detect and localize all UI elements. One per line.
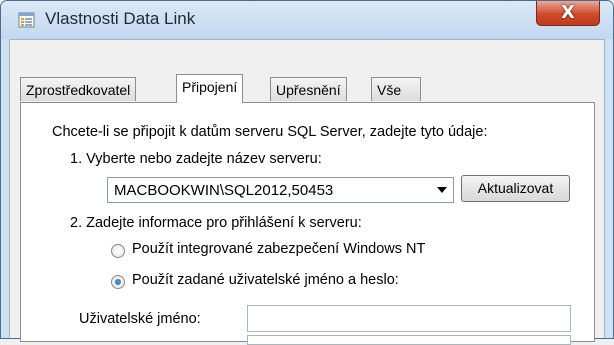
- username-password-label[interactable]: Použít zadané uživatelské jméno a heslo:: [132, 272, 399, 288]
- server-name-combobox[interactable]: MACBOOKWIN\SQL2012,50453: [107, 177, 454, 203]
- title-bar[interactable]: Vlastnosti Data Link X: [1, 1, 613, 39]
- refresh-button[interactable]: Aktualizovat: [461, 175, 570, 202]
- data-link-properties-icon: [18, 12, 35, 28]
- username-label: Uživatelské jméno:: [79, 311, 201, 327]
- close-button[interactable]: X: [536, 1, 600, 26]
- tab-advanced[interactable]: Upřesnění: [270, 77, 347, 101]
- radio-integrated-security[interactable]: [111, 244, 125, 258]
- login-step-label: 2. Zadejte informace pro přihlášení k se…: [70, 215, 362, 231]
- server-name-value: MACBOOKWIN\SQL2012,50453: [114, 182, 334, 199]
- server-step-label: 1. Vyberte nebo zadejte název serveru:: [70, 151, 322, 167]
- username-input[interactable]: [247, 305, 571, 332]
- integrated-security-label[interactable]: Použít integrované zabezpečení Windows N…: [132, 241, 425, 257]
- radio-username-password[interactable]: [111, 275, 125, 289]
- intro-text: Chcete-li se připojit k datům serveru SQ…: [52, 124, 488, 140]
- tab-provider[interactable]: Zprostředkovatel: [20, 77, 137, 101]
- close-icon: X: [561, 2, 575, 23]
- window-title: Vlastnosti Data Link: [45, 9, 196, 28]
- tab-all[interactable]: Vše: [371, 77, 421, 101]
- password-input[interactable]: [247, 335, 571, 345]
- chevron-down-icon[interactable]: [437, 187, 447, 193]
- tab-connection[interactable]: Připojení: [176, 74, 244, 103]
